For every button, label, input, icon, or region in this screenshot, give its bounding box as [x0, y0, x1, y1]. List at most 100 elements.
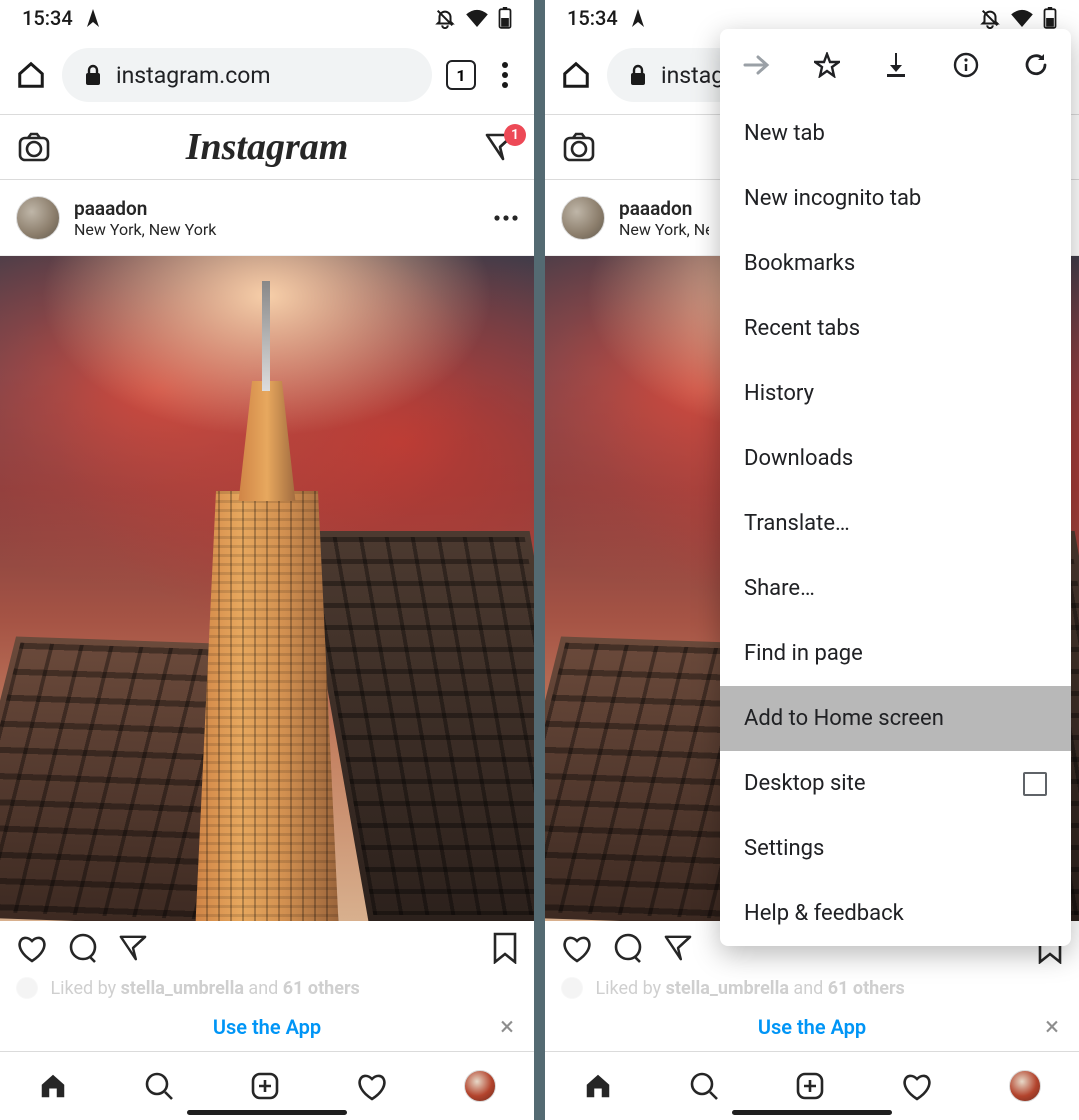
location-icon — [630, 9, 646, 27]
use-app-link[interactable]: Use the App — [213, 1015, 321, 1039]
tab-create-icon[interactable] — [795, 1071, 825, 1101]
lock-icon — [629, 64, 647, 86]
comment-icon[interactable] — [613, 933, 643, 963]
overflow-menu-button[interactable] — [490, 62, 520, 88]
menu-item-help-feedback[interactable]: Help & feedback — [720, 881, 1071, 946]
comment-icon[interactable] — [68, 933, 98, 963]
phone-left: 15:34 instagram.com 1 Instagram 1 paaado… — [0, 0, 534, 1120]
dm-badge: 1 — [504, 124, 526, 146]
forward-icon[interactable] — [742, 54, 770, 76]
tab-search-icon[interactable] — [689, 1071, 719, 1101]
chrome-overflow-menu: New tab New incognito tab Bookmarks Recent … — [720, 29, 1071, 946]
battery-icon — [1043, 7, 1057, 29]
tab-profile-avatar[interactable] — [464, 1070, 496, 1102]
tab-create-icon[interactable] — [250, 1071, 280, 1101]
text-fade-overlay — [545, 971, 1079, 1005]
url-text: instag — [661, 62, 724, 89]
info-icon[interactable] — [953, 52, 979, 78]
menu-item-history[interactable]: History — [720, 361, 1071, 426]
menu-item-share[interactable]: Share… — [720, 556, 1071, 621]
menu-item-translate[interactable]: Translate… — [720, 491, 1071, 556]
wifi-icon — [466, 9, 488, 27]
use-app-banner: Use the App × — [0, 1003, 534, 1051]
url-text: instagram.com — [116, 62, 271, 89]
instagram-header: Instagram 1 — [0, 114, 534, 180]
browser-toolbar: instagram.com 1 — [0, 36, 534, 114]
refresh-icon[interactable] — [1023, 52, 1049, 78]
likes-row[interactable]: Liked by stella_umbrella and 61 others — [0, 975, 534, 999]
menu-item-new-tab[interactable]: New tab — [720, 101, 1071, 166]
home-icon[interactable] — [559, 60, 593, 90]
close-icon[interactable]: × — [500, 1014, 514, 1040]
menu-item-label: Recent tabs — [744, 316, 860, 341]
tab-activity-icon[interactable] — [901, 1071, 933, 1101]
wifi-icon — [1011, 9, 1033, 27]
post-image[interactable] — [0, 256, 534, 921]
tabs-button[interactable]: 1 — [446, 60, 476, 90]
tab-profile-avatar[interactable] — [1009, 1070, 1041, 1102]
phone-right: 15:34 instag 1 Instagram paaadon New Yor… — [545, 0, 1079, 1120]
menu-item-new-incognito-tab[interactable]: New incognito tab — [720, 166, 1071, 231]
menu-item-settings[interactable]: Settings — [720, 816, 1071, 881]
status-time: 15:34 — [22, 6, 73, 30]
menu-item-label: History — [744, 381, 814, 406]
author-avatar[interactable] — [561, 196, 605, 240]
post-more-icon[interactable] — [494, 215, 518, 221]
menu-item-label: Translate… — [744, 511, 850, 536]
author-username[interactable]: paaadon — [619, 197, 709, 220]
tab-home-icon[interactable] — [583, 1071, 613, 1101]
menu-item-label: Share… — [744, 576, 815, 601]
menu-item-label: New incognito tab — [744, 186, 921, 211]
menu-item-label: Add to Home screen — [744, 706, 944, 731]
post-location[interactable]: New York, New York — [619, 220, 709, 239]
menu-item-label: Bookmarks — [744, 251, 855, 276]
tab-home-icon[interactable] — [38, 1071, 68, 1101]
menu-item-label: Find in page — [744, 641, 863, 666]
like-icon[interactable] — [16, 933, 48, 963]
gesture-handle — [732, 1110, 892, 1115]
menu-item-desktop-site[interactable]: Desktop site — [720, 751, 1071, 816]
split-divider — [534, 0, 545, 1120]
author-username[interactable]: paaadon — [74, 197, 216, 220]
menu-item-add-to-home-screen[interactable]: Add to Home screen — [720, 686, 1071, 751]
like-icon[interactable] — [561, 933, 593, 963]
use-app-banner: Use the App × — [545, 1003, 1079, 1051]
use-app-link[interactable]: Use the App — [758, 1015, 866, 1039]
address-bar[interactable]: instagram.com — [62, 48, 432, 102]
camera-icon[interactable] — [18, 132, 50, 162]
likes-row[interactable]: Liked by stella_umbrella and 61 others — [545, 975, 1079, 999]
notifications-off-icon — [434, 7, 456, 29]
menu-item-label: Help & feedback — [744, 901, 904, 926]
lock-icon — [84, 64, 102, 86]
menu-item-bookmarks[interactable]: Bookmarks — [720, 231, 1071, 296]
status-bar: 15:34 — [0, 0, 534, 36]
tab-search-icon[interactable] — [144, 1071, 174, 1101]
location-icon — [85, 9, 101, 27]
home-icon[interactable] — [14, 60, 48, 90]
menu-item-downloads[interactable]: Downloads — [720, 426, 1071, 491]
desktop-site-checkbox[interactable] — [1023, 772, 1047, 796]
tab-activity-icon[interactable] — [356, 1071, 388, 1101]
notifications-off-icon — [979, 7, 1001, 29]
share-icon[interactable] — [663, 934, 693, 962]
status-time: 15:34 — [567, 6, 618, 30]
menu-item-label: New tab — [744, 121, 825, 146]
menu-item-find-in-page[interactable]: Find in page — [720, 621, 1071, 686]
close-icon[interactable]: × — [1045, 1014, 1059, 1040]
post-location[interactable]: New York, New York — [74, 220, 216, 239]
post-header: paaadon New York, New York — [0, 180, 534, 256]
author-avatar[interactable] — [16, 196, 60, 240]
share-icon[interactable] — [118, 934, 148, 962]
bookmark-icon[interactable] — [492, 932, 518, 964]
download-icon[interactable] — [884, 52, 908, 78]
menu-item-recent-tabs[interactable]: Recent tabs — [720, 296, 1071, 361]
camera-icon[interactable] — [563, 132, 595, 162]
menu-item-label: Desktop site — [744, 771, 866, 796]
direct-messages-icon[interactable]: 1 — [484, 132, 516, 162]
instagram-logo[interactable]: Instagram — [186, 125, 349, 169]
menu-item-label: Settings — [744, 836, 824, 861]
gesture-handle — [187, 1110, 347, 1115]
post-action-bar — [0, 921, 534, 975]
star-icon[interactable] — [814, 52, 840, 78]
menu-icon-row — [720, 29, 1071, 101]
